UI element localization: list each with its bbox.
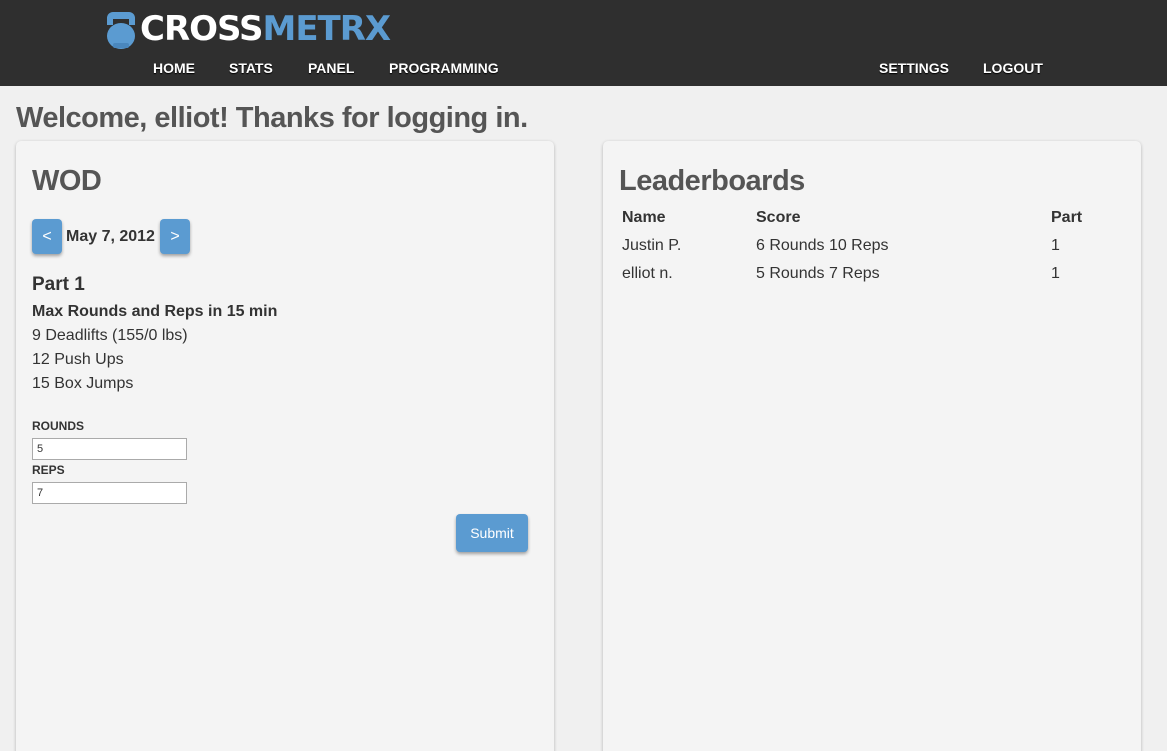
- wod-title: WOD: [32, 165, 102, 197]
- movement-item: 12 Push Ups: [32, 351, 124, 368]
- nav-logout-link[interactable]: LOGOUT: [983, 60, 1043, 76]
- movement-item: 15 Box Jumps: [32, 375, 134, 392]
- column-header-part: Part: [1051, 209, 1083, 226]
- wod-panel: WOD < May 7, 2012 > Part 1 Max Rounds an…: [16, 141, 554, 751]
- nav-panel-link[interactable]: PANEL: [308, 60, 354, 76]
- prev-day-button[interactable]: <: [32, 219, 62, 254]
- part-title: Part 1: [32, 274, 85, 295]
- workout-name: Max Rounds and Reps in 15 min: [32, 303, 278, 320]
- athlete-name: Justin P.: [622, 237, 682, 254]
- rounds-label: ROUNDS: [32, 419, 85, 433]
- nav-home-link[interactable]: HOME: [153, 60, 195, 76]
- rounds-input[interactable]: [32, 438, 187, 460]
- welcome-heading: Welcome, elliot! Thanks for logging in.: [16, 102, 528, 134]
- top-navigation-bar: CROSSMETRX HOME STATS PANEL PROGRAMMING …: [0, 0, 1167, 86]
- nav-programming-link[interactable]: PROGRAMMING: [389, 60, 499, 76]
- movement-item: 9 Deadlifts (155/0 lbs): [32, 327, 188, 344]
- wod-date: May 7, 2012: [66, 228, 155, 245]
- nav-settings-link[interactable]: SETTINGS: [879, 60, 949, 76]
- kettlebell-icon: [107, 12, 135, 49]
- leaderboard-title: Leaderboards: [619, 165, 805, 197]
- next-day-button[interactable]: >: [160, 219, 190, 254]
- athlete-part: 1: [1051, 265, 1060, 282]
- athlete-part: 1: [1051, 237, 1060, 254]
- leaderboard-panel: Leaderboards Name Score Part Justin P. 6…: [603, 141, 1141, 751]
- reps-label: REPS: [32, 463, 65, 477]
- athlete-score: 5 Rounds 7 Reps: [756, 265, 880, 282]
- column-header-score: Score: [756, 209, 801, 226]
- nav-stats-link[interactable]: STATS: [229, 60, 273, 76]
- brand-logo[interactable]: CROSSMETRX: [104, 8, 391, 50]
- column-header-name: Name: [622, 209, 666, 226]
- athlete-score: 6 Rounds 10 Reps: [756, 237, 889, 254]
- reps-input[interactable]: [32, 482, 187, 504]
- brand-wordmark: CROSSMETRX: [140, 9, 391, 49]
- athlete-name: elliot n.: [622, 265, 673, 282]
- submit-button[interactable]: Submit: [456, 514, 528, 552]
